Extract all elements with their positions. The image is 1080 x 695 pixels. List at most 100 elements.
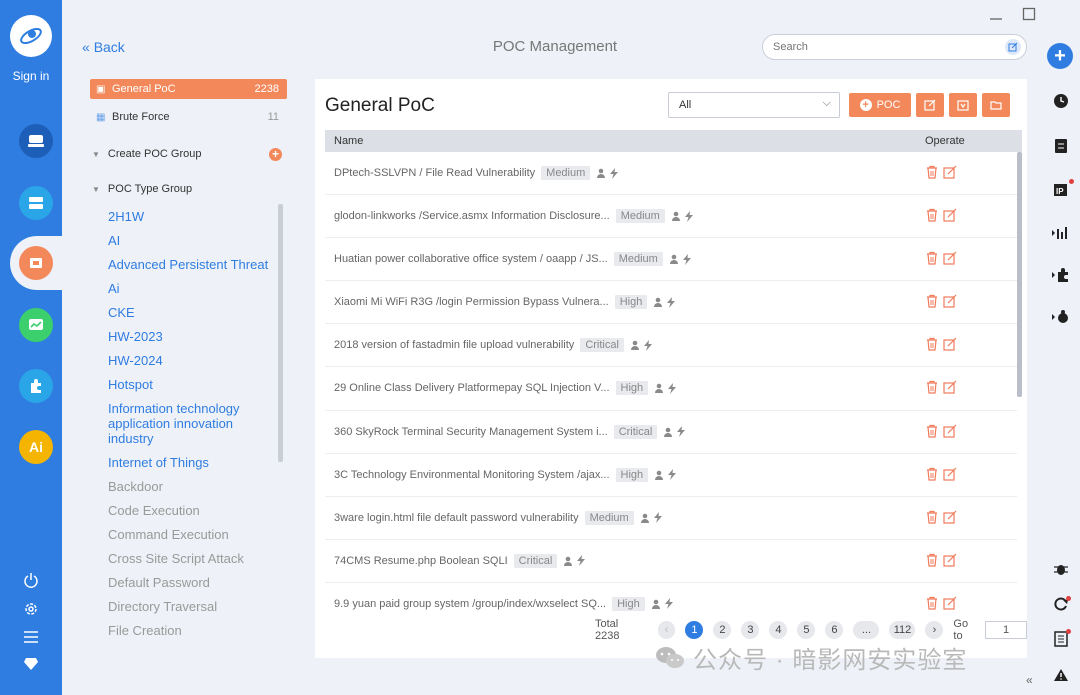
type-group-item[interactable]: Information technology application innov… bbox=[108, 396, 276, 450]
table-row[interactable]: 3C Technology Environmental Monitoring S… bbox=[325, 454, 1017, 497]
table-row[interactable]: glodon-linkworks /Service.asmx Informati… bbox=[325, 195, 1017, 239]
type-group-item[interactable]: Code Execution bbox=[108, 498, 276, 522]
add-poc-button[interactable]: + POC bbox=[849, 93, 911, 117]
export-button[interactable] bbox=[916, 93, 944, 117]
add-group-button[interactable]: + bbox=[269, 148, 282, 161]
import-button[interactable] bbox=[949, 93, 977, 117]
delete-icon[interactable] bbox=[925, 208, 939, 227]
type-group-item[interactable]: Backdoor bbox=[108, 474, 276, 498]
ip-icon[interactable]: IP bbox=[1052, 181, 1070, 199]
delete-icon[interactable] bbox=[925, 294, 939, 313]
type-group-item[interactable]: Advanced Persistent Threat bbox=[108, 252, 276, 276]
type-group-item[interactable]: AI bbox=[108, 228, 276, 252]
back-button[interactable]: « Back bbox=[82, 39, 125, 55]
type-group-item[interactable]: Directory Traversal bbox=[108, 594, 276, 618]
type-group-item[interactable]: Hotspot bbox=[108, 372, 276, 396]
delete-icon[interactable] bbox=[925, 424, 939, 443]
edit-icon[interactable] bbox=[943, 424, 957, 443]
delete-icon[interactable] bbox=[925, 380, 939, 399]
bug-icon[interactable] bbox=[1052, 308, 1070, 326]
delete-icon[interactable] bbox=[925, 510, 939, 529]
page-button[interactable]: 3 bbox=[741, 621, 760, 639]
type-group-item[interactable]: Default Password bbox=[108, 570, 276, 594]
goto-input[interactable]: 1 bbox=[985, 621, 1027, 639]
page-button[interactable]: 4 bbox=[769, 621, 788, 639]
menu-icon[interactable] bbox=[22, 628, 40, 646]
edit-icon[interactable] bbox=[943, 294, 957, 313]
delete-icon[interactable] bbox=[925, 165, 939, 184]
search-icon[interactable] bbox=[1005, 39, 1021, 55]
document-icon[interactable] bbox=[1052, 137, 1070, 155]
edit-icon[interactable] bbox=[943, 337, 957, 356]
beetle-icon[interactable] bbox=[1052, 560, 1070, 578]
chart-icon[interactable] bbox=[1052, 224, 1070, 242]
table-row[interactable]: 74CMS Resume.php Boolean SQLI Critical bbox=[325, 540, 1017, 583]
ai-icon[interactable]: Ai bbox=[19, 430, 53, 464]
minimize-icon[interactable] bbox=[988, 6, 1004, 22]
table-scrollbar[interactable] bbox=[1017, 152, 1022, 397]
edit-icon[interactable] bbox=[943, 510, 957, 529]
type-group-item[interactable]: Cross Site Script Attack bbox=[108, 546, 276, 570]
power-icon[interactable] bbox=[22, 571, 40, 589]
app-logo-icon[interactable] bbox=[10, 15, 52, 57]
edit-icon[interactable] bbox=[943, 251, 957, 270]
poc-icon[interactable] bbox=[19, 246, 53, 280]
type-group-item[interactable]: Internet of Things bbox=[108, 450, 276, 474]
edit-icon[interactable] bbox=[943, 596, 957, 614]
type-group-item[interactable]: File Creation bbox=[108, 618, 276, 642]
poc-type-group[interactable]: ▼ POC Type Group bbox=[92, 183, 192, 195]
table-row[interactable]: 2018 version of fastadmin file upload vu… bbox=[325, 324, 1017, 368]
page-button[interactable]: 5 bbox=[797, 621, 816, 639]
collapse-icon[interactable]: « bbox=[1026, 673, 1033, 687]
sidebar-scrollbar[interactable] bbox=[278, 204, 283, 462]
host-icon[interactable] bbox=[19, 124, 53, 158]
diamond-icon[interactable] bbox=[22, 655, 40, 673]
warning-icon[interactable] bbox=[1052, 666, 1070, 684]
delete-icon[interactable] bbox=[925, 553, 939, 572]
delete-icon[interactable] bbox=[925, 467, 939, 486]
type-group-item[interactable]: CKE bbox=[108, 300, 276, 324]
edit-icon[interactable] bbox=[943, 208, 957, 227]
sign-in-link[interactable]: Sign in bbox=[0, 69, 62, 83]
page-button[interactable]: 112 bbox=[889, 621, 916, 639]
next-page-icon[interactable]: › bbox=[925, 621, 944, 639]
history-icon[interactable] bbox=[1052, 92, 1070, 110]
delete-icon[interactable] bbox=[925, 337, 939, 356]
maximize-icon[interactable] bbox=[1021, 6, 1037, 22]
page-button[interactable]: 1 bbox=[685, 621, 704, 639]
group-brute-force[interactable]: ▦ Brute Force 11 bbox=[90, 107, 287, 127]
server-icon[interactable] bbox=[19, 186, 53, 220]
table-row[interactable]: Xiaomi Mi WiFi R3G /login Permission Byp… bbox=[325, 281, 1017, 325]
type-group-item[interactable]: Command Execution bbox=[108, 522, 276, 546]
add-icon[interactable]: + bbox=[1047, 43, 1073, 69]
create-poc-group[interactable]: ▼ Create POC Group bbox=[92, 148, 201, 160]
delete-icon[interactable] bbox=[925, 251, 939, 270]
monitor-icon[interactable] bbox=[19, 308, 53, 342]
page-button[interactable]: 2 bbox=[713, 621, 732, 639]
type-group-item[interactable]: HW-2024 bbox=[108, 348, 276, 372]
prev-page-icon[interactable]: ‹ bbox=[657, 621, 676, 639]
table-row[interactable]: 360 SkyRock Terminal Security Management… bbox=[325, 411, 1017, 454]
edit-icon[interactable] bbox=[943, 380, 957, 399]
edit-icon[interactable] bbox=[943, 165, 957, 184]
table-row[interactable]: Huatian power collaborative office syste… bbox=[325, 238, 1017, 282]
table-row[interactable]: DPtech-SSLVPN / File Read Vulnerability M… bbox=[325, 152, 1017, 196]
search-box[interactable] bbox=[762, 34, 1027, 60]
settings-icon[interactable] bbox=[22, 600, 40, 618]
type-group-item[interactable]: HW-2023 bbox=[108, 324, 276, 348]
delete-icon[interactable] bbox=[925, 596, 939, 614]
page-button[interactable]: 6 bbox=[825, 621, 844, 639]
type-group-item[interactable]: Ai bbox=[108, 276, 276, 300]
table-row[interactable]: 3ware login.html file default password v… bbox=[325, 497, 1017, 540]
filter-select[interactable]: All ⌵ bbox=[668, 92, 840, 118]
edit-icon[interactable] bbox=[943, 467, 957, 486]
group-general-poc[interactable]: ▣ General PoC 2238 bbox=[90, 79, 287, 99]
folder-button[interactable] bbox=[982, 93, 1010, 117]
plugin-icon[interactable] bbox=[19, 369, 53, 403]
search-input[interactable] bbox=[773, 39, 993, 55]
page-ellipsis[interactable]: ... bbox=[853, 621, 880, 639]
edit-icon[interactable] bbox=[943, 553, 957, 572]
type-group-item[interactable]: 2H1W bbox=[108, 204, 276, 228]
plugin-icon[interactable] bbox=[1052, 266, 1070, 284]
table-row[interactable]: 9.9 yuan paid group system /group/index/… bbox=[325, 583, 1017, 614]
